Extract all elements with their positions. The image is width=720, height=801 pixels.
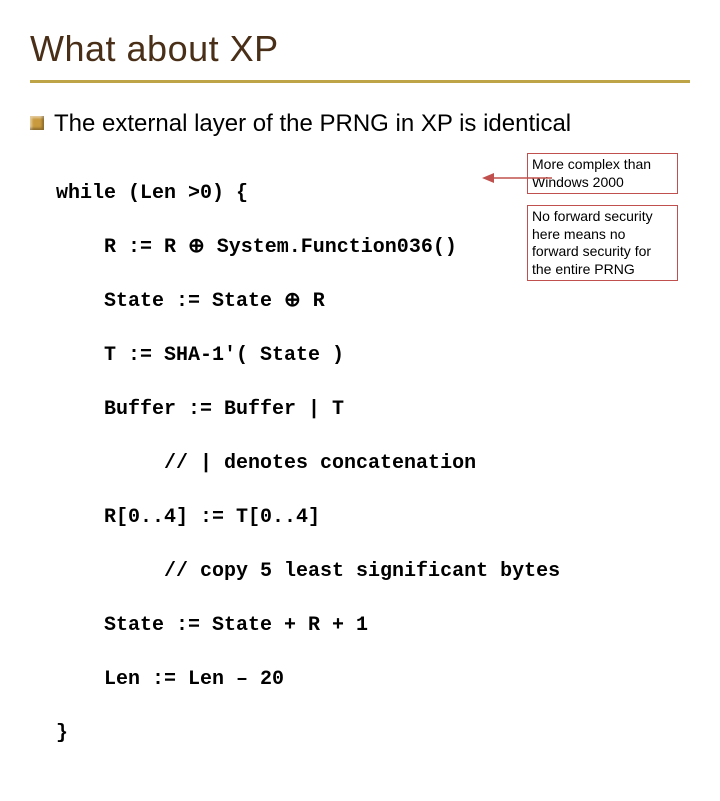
code-line: R[0..4] := T[0..4] — [56, 504, 690, 531]
code-line: Len := Len – 20 — [56, 666, 690, 693]
bullet-square-icon — [30, 116, 44, 130]
slide-body: while (Len >0) { R := R ⊕ System.Functio… — [30, 153, 690, 801]
code-line: } — [56, 720, 690, 747]
annotation-box-2: No forward security here means no forwar… — [527, 205, 678, 281]
code-line: T := SHA-1'( State ) — [56, 342, 690, 369]
code-line: State := State ⊕ R — [56, 288, 690, 315]
bullet-row: The external layer of the PRNG in XP is … — [30, 109, 690, 139]
code-line: // copy 5 least significant bytes — [56, 558, 690, 585]
slide-title: What about XP — [30, 28, 690, 83]
bullet-text: The external layer of the PRNG in XP is … — [54, 109, 571, 139]
code-line: Buffer := Buffer | T — [56, 396, 690, 423]
code-line: // | denotes concatenation — [56, 450, 690, 477]
arrow-icon — [482, 171, 552, 185]
slide: What about XP The external layer of the … — [0, 0, 720, 540]
code-line: State := State + R + 1 — [56, 612, 690, 639]
